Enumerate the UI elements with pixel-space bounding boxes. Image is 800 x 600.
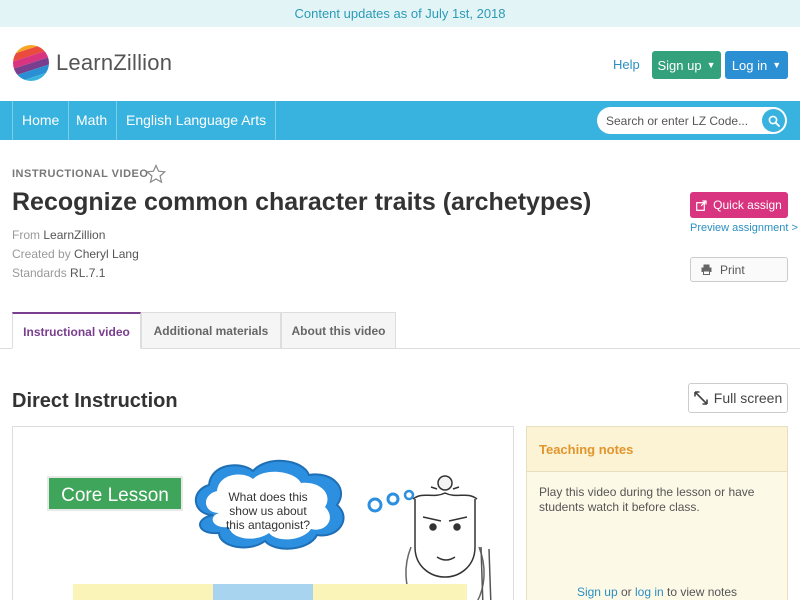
chevron-down-icon: ▼: [706, 60, 716, 70]
notes-or-text: or: [617, 585, 635, 599]
login-label: Log in: [731, 57, 768, 73]
teaching-notes-header: Teaching notes: [527, 427, 787, 472]
bubble-line-3: this antagonist?: [226, 518, 310, 532]
teaching-notes-panel: Teaching notes Play this video during th…: [526, 426, 788, 600]
section-title: Direct Instruction: [12, 390, 178, 412]
print-label: Print: [720, 262, 745, 277]
quick-assign-label: Quick assign: [713, 198, 782, 212]
signup-label: Sign up: [657, 57, 702, 73]
teaching-notes-title: Teaching notes: [539, 442, 634, 457]
content-update-banner: Content updates as of July 1st, 2018: [0, 0, 800, 27]
logo-text: LearnZillion: [56, 50, 173, 75]
search-input[interactable]: [606, 111, 756, 130]
video-player[interactable]: Core Lesson What does this show us about…: [12, 426, 514, 600]
nav-item-ela[interactable]: English Language Arts: [117, 101, 277, 140]
teaching-notes-footer: Sign up or log in to view notes: [527, 585, 787, 599]
print-button[interactable]: Print: [690, 257, 788, 282]
fullscreen-button[interactable]: Full screen: [688, 383, 788, 413]
printer-icon: [701, 264, 712, 275]
meta-created-label: Created by: [12, 247, 71, 261]
nav-item-math[interactable]: Math: [67, 101, 118, 140]
signup-button[interactable]: Sign up ▼: [652, 51, 721, 79]
help-link[interactable]: Help: [613, 57, 640, 72]
fullscreen-label: Full screen: [713, 390, 783, 406]
notes-suffix-text: to view notes: [663, 585, 738, 599]
tab-instructional-video[interactable]: Instructional video: [12, 312, 141, 349]
highlight-block: [213, 584, 313, 600]
search-icon: [768, 115, 780, 127]
tab-additional-materials[interactable]: Additional materials: [141, 312, 281, 349]
search-box: [597, 107, 787, 134]
video-frame: Core Lesson What does this show us about…: [13, 427, 513, 600]
tab-about-this-video[interactable]: About this video: [281, 312, 396, 349]
meta-from-value[interactable]: LearnZillion: [43, 228, 105, 242]
header: LearnZillion Help Sign up ▼ Log in ▼: [0, 27, 800, 101]
expand-icon: [693, 391, 708, 405]
content-type-label: INSTRUCTIONAL VIDEO: [12, 168, 149, 180]
favorite-star-icon[interactable]: [146, 164, 166, 184]
search-button[interactable]: [762, 109, 785, 132]
nav-item-home[interactable]: Home: [12, 101, 70, 140]
chevron-down-icon: ▼: [772, 60, 782, 70]
meta-standards-label: Standards: [12, 266, 67, 280]
login-button[interactable]: Log in ▼: [725, 51, 788, 79]
meta-from-label: From: [12, 228, 40, 242]
page-title: Recognize common character traits (arche…: [12, 188, 592, 216]
bubble-line-1: What does this: [228, 490, 307, 504]
notes-signup-link[interactable]: Sign up: [577, 585, 618, 599]
quick-assign-button[interactable]: Quick assign: [690, 192, 788, 218]
bubble-line-2: show us about: [229, 504, 307, 518]
share-icon: [696, 199, 707, 211]
meta-created: Created by Cheryl Lang: [12, 247, 139, 261]
preview-assignment-link[interactable]: Preview assignment >: [690, 222, 798, 234]
meta-created-value[interactable]: Cheryl Lang: [74, 247, 139, 261]
notes-login-link[interactable]: log in: [635, 585, 664, 599]
meta-standards-value[interactable]: RL.7.1: [70, 266, 105, 280]
teaching-notes-body: Play this video during the lesson or hav…: [539, 485, 755, 514]
meta-from: From LearnZillion: [12, 228, 105, 242]
core-lesson-text: Core Lesson: [61, 485, 169, 506]
logo[interactable]: LearnZillion: [12, 44, 172, 82]
learnzillion-logo-icon: [13, 45, 49, 81]
meta-standards: Standards RL.7.1: [12, 266, 105, 280]
